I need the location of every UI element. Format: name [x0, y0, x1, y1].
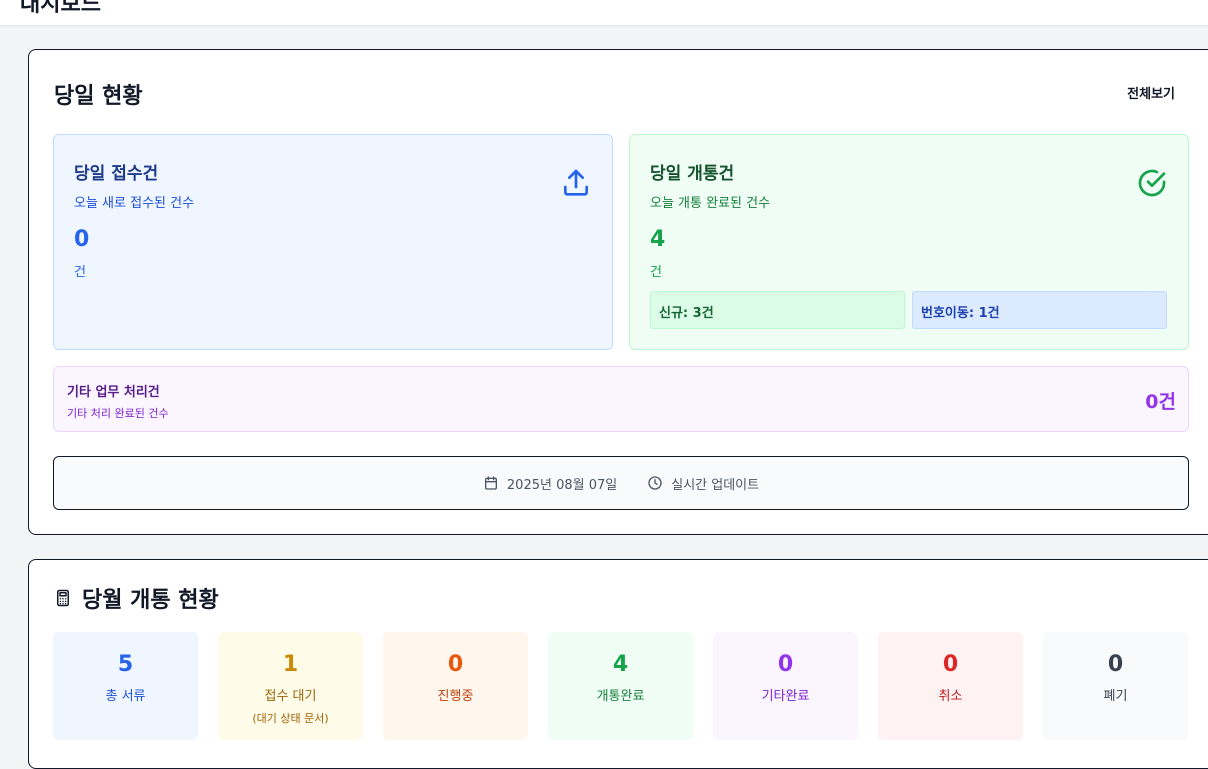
status-footer: 2025년 08월 07일 실시간 업데이트 [53, 456, 1189, 510]
received-title: 당일 접수건 [74, 164, 159, 184]
stat-tile-cancelled: 0 취소 [878, 632, 1023, 740]
stat-label: 접수 대기 [264, 689, 317, 704]
realtime-label: 실시간 업데이트 [671, 477, 760, 493]
other-tasks-subtitle: 기타 처리 완료된 건수 [67, 407, 169, 420]
received-count: 0 [74, 227, 90, 252]
today-status-title: 당일 현황 [54, 84, 143, 109]
other-tasks-box: 기타 업무 처리건 기타 처리 완료된 건수 0건 [53, 366, 1189, 432]
date-indicator: 2025년 08월 07일 [483, 474, 617, 493]
stat-value: 0 [1107, 652, 1124, 677]
received-subtitle: 오늘 새로 접수된 건수 [74, 196, 195, 211]
view-all-button[interactable]: 전체보기 [1127, 83, 1175, 102]
stat-value: 5 [117, 652, 134, 677]
received-unit: 건 [74, 265, 86, 280]
top-header: 대시보드 [0, 0, 1208, 26]
stat-label: 진행중 [437, 689, 474, 704]
check-circle-icon [1138, 169, 1166, 197]
opened-subtitle: 오늘 개통 완료된 건수 [650, 196, 771, 211]
today-received-box: 당일 접수건 오늘 새로 접수된 건수 0 건 [53, 134, 613, 350]
clock-icon [648, 476, 662, 490]
opened-unit: 건 [650, 265, 662, 280]
stat-tile-pending-receipt: 1 접수 대기 (대기 상태 문서) [218, 632, 363, 740]
today-status-card: 당일 현황 전체보기 당일 접수건 오늘 새로 접수된 건수 0 건 당일 개통… [28, 49, 1208, 535]
monthly-status-title-text: 당월 개통 현황 [82, 588, 219, 613]
monthly-status-card: 당월 개통 현황 5 총 서류 1 접수 대기 (대기 상태 문서) 0 진행중 4 개통완료 0… [28, 559, 1208, 769]
stat-tile-discarded: 0 폐기 [1043, 632, 1188, 740]
stat-tile-opened-complete: 4 개통완료 [548, 632, 693, 740]
other-tasks-title: 기타 업무 처리건 [67, 385, 160, 400]
current-date: 2025년 08월 07일 [506, 477, 618, 493]
stat-tile-total-documents: 5 총 서류 [53, 632, 198, 740]
stat-note: (대기 상태 문서) [252, 712, 329, 725]
stat-value: 0 [447, 652, 464, 677]
stat-label: 기타완료 [761, 689, 810, 704]
stat-value: 0 [777, 652, 794, 677]
stat-value: 4 [612, 652, 629, 677]
stat-value: 1 [282, 652, 299, 677]
monthly-status-title: 당월 개통 현황 [54, 582, 219, 614]
calendar-icon [484, 476, 497, 490]
stat-tile-in-progress: 0 진행중 [383, 632, 528, 740]
number-port-chip: 번호이동: 1건 [912, 291, 1167, 329]
stat-label: 개통완료 [596, 689, 645, 704]
opened-title: 당일 개통건 [650, 164, 735, 184]
new-subscription-chip: 신규: 3건 [650, 291, 905, 329]
today-opened-box: 당일 개통건 오늘 개통 완료된 건수 4 건 신규: 3건 번호이동: 1건 [629, 134, 1189, 350]
upload-icon [564, 169, 588, 196]
stat-value: 0 [942, 652, 959, 677]
stat-label: 총 서류 [105, 689, 146, 704]
stat-label: 폐기 [1103, 689, 1128, 704]
other-tasks-count: 0건 [1145, 391, 1176, 413]
opened-count: 4 [650, 227, 666, 252]
page-title: 대시보드 [20, 0, 101, 17]
stat-tile-other-complete: 0 기타완료 [713, 632, 858, 740]
realtime-indicator: 실시간 업데이트 [647, 474, 759, 493]
calculator-icon [57, 589, 69, 607]
stat-label: 취소 [938, 689, 963, 704]
